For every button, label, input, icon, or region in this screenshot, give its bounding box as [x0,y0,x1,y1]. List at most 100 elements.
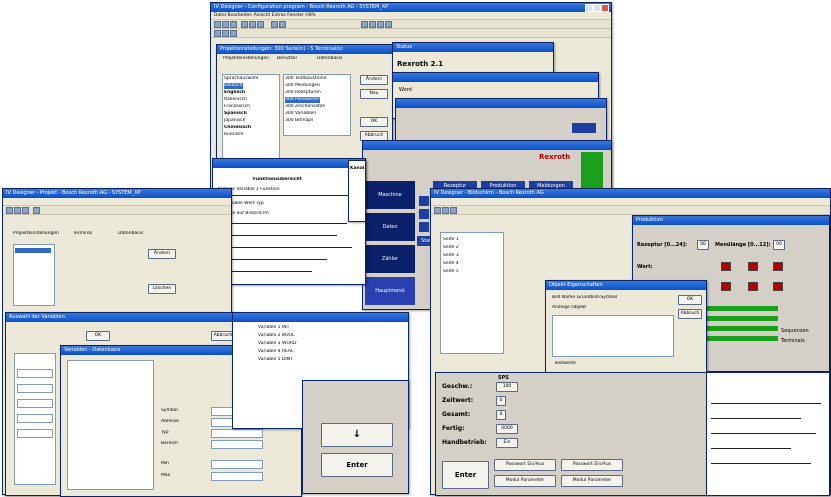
rect-icon[interactable] [385,21,392,28]
module-parameter-button[interactable]: Modul Parameter [561,475,623,487]
tab-datenbasis[interactable]: Datenbasis [118,231,143,237]
settings-list[interactable]: 300 Textbausteine 300 Meldungen 300 Reze… [283,74,351,136]
list-item[interactable]: Spanisch [224,111,247,117]
align-right-icon[interactable] [222,30,229,37]
zoom-icon[interactable] [271,21,278,28]
grid-icon[interactable] [279,21,286,28]
open-icon[interactable] [442,207,449,214]
left-list-panel[interactable] [13,244,55,306]
list-item[interactable]: Chinesisch [224,125,251,131]
enter-button[interactable]: Enter [321,453,393,477]
hmi-side-button-zaehler[interactable]: Zähler [365,245,415,273]
list-item[interactable]: Französisch [224,104,250,110]
hmi-enter-button[interactable]: Enter [442,461,489,489]
object-properties-titlebar[interactable]: Objekt-Eigenschaften [546,281,706,290]
variables-database-list[interactable] [67,360,154,490]
max-field[interactable] [211,472,263,481]
hmi-nav-button[interactable] [419,209,429,219]
text-icon[interactable] [361,21,368,28]
list-item[interactable]: 300 Variablen [285,111,316,117]
variable-table-titlebar[interactable] [233,313,408,322]
tab-datenbasis[interactable]: Datenbasis [317,56,342,62]
table-row[interactable]: Variable 5 DINT [258,357,293,363]
module-parameter-button[interactable]: Modul Parameter [494,475,556,487]
delete-button[interactable]: Löschen [148,284,176,294]
list-item[interactable]: Russisch [224,132,243,138]
function-doc-titlebar[interactable] [213,159,365,168]
list-item[interactable]: Seite 4 [443,261,459,267]
close-icon[interactable] [601,4,609,12]
ok-button[interactable]: OK [86,331,110,341]
list-item[interactable]: Seite 1 [443,237,459,243]
align-left-icon[interactable] [214,30,221,37]
list-item[interactable]: Deutsch [224,83,243,89]
production-screen-titlebar[interactable]: Produktion [633,216,829,225]
save-icon[interactable] [22,207,29,214]
maximize-icon[interactable] [593,4,601,12]
list-item[interactable]: 300 Textbausteine [285,76,326,82]
table-row[interactable]: Variable 4 REAL [258,349,294,355]
list-row[interactable] [17,429,53,438]
value-box[interactable] [721,262,731,271]
new-icon[interactable] [6,207,13,214]
line-icon[interactable] [377,21,384,28]
value-box[interactable] [748,262,758,271]
list-item[interactable]: Seite 5 [443,269,459,275]
table-row[interactable]: Variable 2 BOOL [258,333,295,339]
recipe-value[interactable]: 00 [697,240,709,250]
list-item[interactable]: Englisch [224,90,245,96]
left-window-menubar[interactable] [3,198,231,206]
table-row[interactable]: Variable 1 INT [258,325,289,331]
save-icon[interactable] [230,21,237,28]
project-settings-titlebar[interactable]: Projekteinstellungen: 300 Serie(n) - 5 T… [217,45,392,54]
hmi-main-menu-button[interactable]: Hauptmenü [365,277,415,305]
range-field[interactable] [211,440,263,449]
new-icon[interactable] [434,207,441,214]
new-icon[interactable] [214,21,221,28]
bitmap-icon[interactable] [369,21,376,28]
list-item[interactable]: Sprachauswahl [224,76,258,82]
copy-icon[interactable] [249,21,256,28]
change-button[interactable]: Ändern [360,75,388,85]
hmi-nav-button[interactable] [419,196,429,206]
tab-terminal[interactable]: Terminal [73,231,92,237]
align-top-icon[interactable] [230,30,237,37]
min-field[interactable] [211,460,263,469]
table-row[interactable]: Variable 3 WORD [258,341,297,347]
list-item[interactable]: Seite 2 [443,245,459,251]
right-window-titlebar[interactable]: IV Designer - Bildschirm - Bosch Rexroth… [431,189,830,198]
hmi-row-value[interactable]: 0 [496,410,506,420]
open-icon[interactable] [14,207,21,214]
hmi-row-value[interactable]: Ein [496,438,518,448]
list-row[interactable] [17,399,53,408]
list-item[interactable]: 300 Meldungen [285,83,320,89]
type-field[interactable] [211,429,263,438]
list-row[interactable] [17,369,53,378]
ok-button[interactable]: OK [360,117,388,127]
list-item[interactable]: Seite 3 [443,253,459,259]
list-item[interactable] [15,248,51,253]
value-box[interactable] [748,282,758,291]
screen-list-panel[interactable]: Seite 1 Seite 2 Seite 3 Seite 4 Seite 5 [440,232,504,354]
list-item[interactable]: 300 Rezepturen [285,90,321,96]
top-window-menubar[interactable]: Datei Bearbeiten Ansicht Extras Fenster … [211,12,611,20]
hmi-row-value[interactable]: 0000 [496,424,518,434]
tab-benutzer[interactable]: Benutzer [277,56,297,62]
print-icon[interactable] [33,207,40,214]
new-button[interactable]: Neu [360,89,388,99]
value-box[interactable] [773,282,783,291]
value-box[interactable] [721,282,731,291]
down-arrow-button[interactable]: ↓ [321,423,393,447]
value-box[interactable] [773,262,783,271]
right-window-menubar[interactable] [431,198,830,206]
password-button[interactable]: Passwort Ein/Aus [494,459,556,471]
cut-icon[interactable] [241,21,248,28]
left-window-titlebar[interactable]: IV Designer - Projekt - Bosch Rexroth AG… [3,189,231,198]
list-item[interactable]: 300 Zeichensätze [285,104,325,110]
variable-selection-titlebar[interactable]: Auswahl der Variablen [6,313,236,322]
status-window-titlebar[interactable]: Status [393,43,553,52]
hmi-row-value[interactable]: 100 [496,382,518,392]
list-item[interactable]: Japanisch [224,118,245,124]
language-list[interactable]: Sprachauswahl Deutsch Englisch Italienis… [222,74,280,162]
list-item[interactable]: Italienisch [224,97,247,103]
